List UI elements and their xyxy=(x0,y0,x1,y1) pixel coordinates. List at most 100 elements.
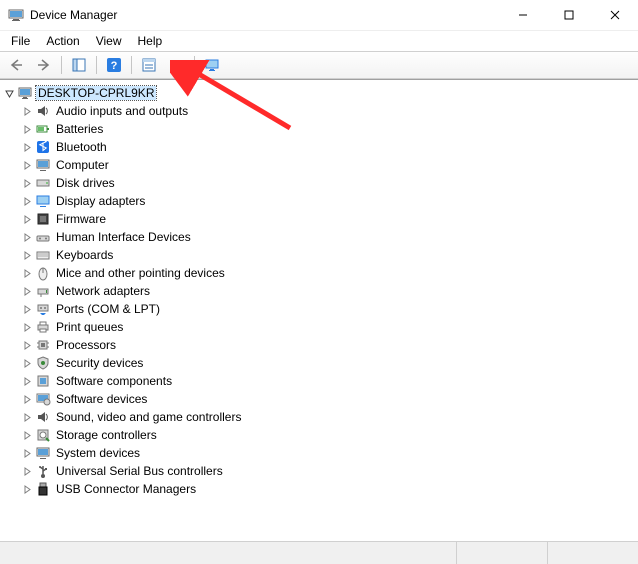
window-title: Device Manager xyxy=(30,8,117,22)
tree-category-label[interactable]: Processors xyxy=(54,338,118,352)
menu-help[interactable]: Help xyxy=(131,33,170,49)
window-controls xyxy=(500,0,638,30)
tree-category-node[interactable]: Print queues xyxy=(20,318,636,336)
tree-category-node[interactable]: Computer xyxy=(20,156,636,174)
tree-category-node[interactable]: Mice and other pointing devices xyxy=(20,264,636,282)
titlebar: Device Manager xyxy=(0,0,638,31)
scan-hardware-button[interactable] xyxy=(164,53,190,77)
tree-category-label[interactable]: USB Connector Managers xyxy=(54,482,198,496)
tree-category-label[interactable]: Security devices xyxy=(54,356,145,370)
display-icon xyxy=(35,193,51,209)
tree-category-node[interactable]: Storage controllers xyxy=(20,426,636,444)
expand-collapse-icon[interactable] xyxy=(20,318,34,336)
show-hide-console-tree-button[interactable] xyxy=(66,53,92,77)
tree-category-label[interactable]: Keyboards xyxy=(54,248,115,262)
ports-icon xyxy=(35,301,51,317)
expand-collapse-icon[interactable] xyxy=(20,408,34,426)
tree-category-node[interactable]: Sound, video and game controllers xyxy=(20,408,636,426)
tree-category-label[interactable]: Display adapters xyxy=(54,194,147,208)
tree-category-label[interactable]: Bluetooth xyxy=(54,140,109,154)
tree-category-label[interactable]: Mice and other pointing devices xyxy=(54,266,227,280)
expand-collapse-icon[interactable] xyxy=(20,336,34,354)
help-button[interactable]: ? xyxy=(101,53,127,77)
expand-collapse-icon[interactable] xyxy=(20,282,34,300)
device-tree[interactable]: DESKTOP-CPRL9KR Audio inputs and outputs… xyxy=(0,80,638,544)
status-segment xyxy=(547,542,638,564)
tree-category-label[interactable]: Human Interface Devices xyxy=(54,230,193,244)
tree-category-node[interactable]: Software devices xyxy=(20,390,636,408)
tree-category-label[interactable]: Software devices xyxy=(54,392,149,406)
tree-category-label[interactable]: Sound, video and game controllers xyxy=(54,410,243,424)
close-button[interactable] xyxy=(592,0,638,30)
tree-category-node[interactable]: Disk drives xyxy=(20,174,636,192)
tree-category-node[interactable]: Processors xyxy=(20,336,636,354)
maximize-button[interactable] xyxy=(546,0,592,30)
tree-category-node[interactable]: Universal Serial Bus controllers xyxy=(20,462,636,480)
tree-root-label[interactable]: DESKTOP-CPRL9KR xyxy=(36,86,156,100)
tree-category-label[interactable]: Computer xyxy=(54,158,111,172)
battery-icon xyxy=(35,121,51,137)
expand-collapse-icon[interactable] xyxy=(20,102,34,120)
expand-collapse-icon[interactable] xyxy=(20,174,34,192)
show-hidden-devices-button[interactable] xyxy=(199,53,225,77)
expand-collapse-icon[interactable] xyxy=(20,480,34,498)
expand-collapse-icon[interactable] xyxy=(20,300,34,318)
tree-category-label[interactable]: Network adapters xyxy=(54,284,152,298)
sound-icon xyxy=(35,409,51,425)
tree-category-label[interactable]: Software components xyxy=(54,374,174,388)
expand-collapse-icon[interactable] xyxy=(20,372,34,390)
statusbar xyxy=(0,541,638,564)
tree-category-node[interactable]: Ports (COM & LPT) xyxy=(20,300,636,318)
app-icon xyxy=(8,7,24,23)
menu-file[interactable]: File xyxy=(4,33,37,49)
expand-collapse-icon[interactable] xyxy=(20,462,34,480)
tree-category-node[interactable]: Audio inputs and outputs xyxy=(20,102,636,120)
usb-icon xyxy=(35,463,51,479)
tree-root-node[interactable]: DESKTOP-CPRL9KR xyxy=(2,84,636,102)
forward-button[interactable] xyxy=(31,53,57,77)
tree-category-node[interactable]: Firmware xyxy=(20,210,636,228)
tree-category-node[interactable]: System devices xyxy=(20,444,636,462)
expand-collapse-icon[interactable] xyxy=(20,444,34,462)
tree-category-label[interactable]: Ports (COM & LPT) xyxy=(54,302,162,316)
tree-category-label[interactable]: Batteries xyxy=(54,122,105,136)
tree-category-node[interactable]: Keyboards xyxy=(20,246,636,264)
cpu-icon xyxy=(35,337,51,353)
tree-category-node[interactable]: Software components xyxy=(20,372,636,390)
tree-category-label[interactable]: Audio inputs and outputs xyxy=(54,104,190,118)
tree-category-label[interactable]: Storage controllers xyxy=(54,428,159,442)
tree-category-label[interactable]: Firmware xyxy=(54,212,108,226)
expand-collapse-icon[interactable] xyxy=(20,246,34,264)
tree-category-label[interactable]: Disk drives xyxy=(54,176,117,190)
expand-collapse-icon[interactable] xyxy=(20,426,34,444)
tree-category-label[interactable]: Print queues xyxy=(54,320,125,334)
expand-collapse-icon[interactable] xyxy=(20,228,34,246)
tree-category-label[interactable]: Universal Serial Bus controllers xyxy=(54,464,225,478)
expand-collapse-icon[interactable] xyxy=(2,84,16,102)
tree-category-node[interactable]: Human Interface Devices xyxy=(20,228,636,246)
expand-collapse-icon[interactable] xyxy=(20,120,34,138)
properties-button[interactable] xyxy=(136,53,162,77)
back-button[interactable] xyxy=(3,53,29,77)
expand-collapse-icon[interactable] xyxy=(20,138,34,156)
tree-category-node[interactable]: Display adapters xyxy=(20,192,636,210)
menu-action[interactable]: Action xyxy=(39,33,86,49)
minimize-button[interactable] xyxy=(500,0,546,30)
expand-collapse-icon[interactable] xyxy=(20,192,34,210)
tree-category-label[interactable]: System devices xyxy=(54,446,142,460)
expand-collapse-icon[interactable] xyxy=(20,210,34,228)
expand-collapse-icon[interactable] xyxy=(20,354,34,372)
swcomp-icon xyxy=(35,373,51,389)
tree-category-node[interactable]: USB Connector Managers xyxy=(20,480,636,498)
tree-category-node[interactable]: Batteries xyxy=(20,120,636,138)
expand-collapse-icon[interactable] xyxy=(20,156,34,174)
tree-category-node[interactable]: Bluetooth xyxy=(20,138,636,156)
status-segment xyxy=(456,542,547,564)
status-segment xyxy=(0,542,456,564)
keyboard-icon xyxy=(35,247,51,263)
expand-collapse-icon[interactable] xyxy=(20,264,34,282)
menu-view[interactable]: View xyxy=(89,33,129,49)
expand-collapse-icon[interactable] xyxy=(20,390,34,408)
tree-category-node[interactable]: Network adapters xyxy=(20,282,636,300)
tree-category-node[interactable]: Security devices xyxy=(20,354,636,372)
